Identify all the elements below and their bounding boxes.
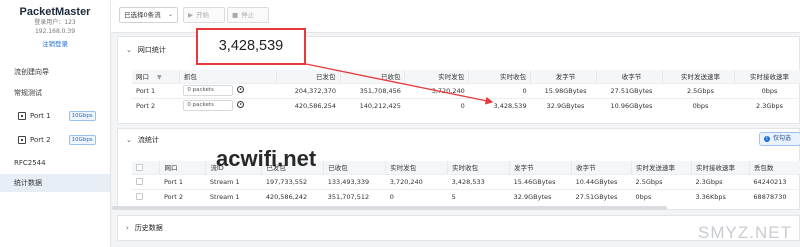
select-all-cell[interactable] — [132, 161, 161, 174]
rt-sent-cell: 0 — [385, 188, 448, 204]
site-watermark: acwifi.net — [216, 146, 317, 171]
column-header[interactable]: 实时发包 — [385, 161, 449, 174]
recv-cell: 351,707,512 — [323, 188, 386, 204]
port-cell: Port 2 — [159, 188, 206, 204]
sent-cell: 197,733,552 — [261, 173, 324, 189]
table-row: Port 1 Stream 1 197,733,552 133,493,339 … — [132, 173, 800, 189]
row-checkbox[interactable] — [136, 193, 143, 201]
chevron-right-icon: › — [126, 224, 129, 232]
history-header[interactable]: › 历史数据 — [126, 223, 163, 233]
flow-id-cell: Stream 1 — [205, 188, 262, 204]
column-header[interactable]: 实时发送速率 — [631, 161, 692, 174]
rt-tx-rate-cell: 2.5Gbps — [631, 173, 692, 189]
rt-recv-cell: 3,428,533 — [447, 173, 510, 189]
rt-sent-cell: 3,720,240 — [385, 173, 448, 189]
rt-rx-rate-cell: 3.36Kbps — [691, 188, 750, 204]
rt-rx-rate-cell: 2.3Gbps — [691, 173, 750, 189]
column-header[interactable]: 已收包 — [323, 161, 387, 174]
panel-title: 历史数据 — [134, 224, 163, 232]
column-header[interactable]: 实时接收速率 — [691, 161, 750, 174]
lost-cell: 68878730 — [749, 188, 800, 204]
table-row: Port 2 Stream 1 420,586,242 351,707,512 … — [132, 188, 800, 204]
recv-cell: 133,493,339 — [323, 173, 386, 189]
flow-stats-header[interactable]: ⌄ 流统计 — [126, 135, 159, 145]
column-header[interactable]: 发字节 — [509, 161, 573, 174]
info-icon: i — [764, 135, 770, 142]
column-header[interactable]: 实时收包 — [447, 161, 511, 174]
row-select-cell[interactable] — [132, 173, 160, 189]
recv-bytes-cell: 10.44GBytes — [571, 173, 632, 189]
row-select-cell[interactable] — [132, 188, 160, 204]
only-checked-button[interactable]: i 仅勾选 — [759, 132, 800, 146]
sent-bytes-cell: 32.9GBytes — [509, 188, 572, 204]
column-header[interactable]: 网口 — [159, 161, 207, 174]
rt-tx-rate-cell: 0bps — [631, 188, 692, 204]
recv-bytes-cell: 27.51GBytes — [571, 188, 632, 204]
sent-cell: 420,586,242 — [261, 188, 324, 204]
select-all-checkbox[interactable] — [136, 163, 143, 171]
sent-bytes-cell: 15.46GBytes — [509, 173, 572, 189]
port-cell: Port 1 — [159, 173, 206, 189]
row-checkbox[interactable] — [136, 178, 143, 185]
flow-id-cell: Stream 1 — [205, 173, 262, 189]
lost-cell: 64240213 — [749, 173, 800, 189]
column-header[interactable]: 收字节 — [571, 161, 633, 174]
panel-title: 流统计 — [137, 136, 159, 144]
column-header[interactable]: 丢包数 — [749, 161, 800, 174]
chevron-down-icon: ⌄ — [126, 136, 132, 144]
only-checked-label: 仅勾选 — [773, 135, 792, 142]
corner-watermark: SMYZ.NET — [698, 223, 792, 242]
rt-recv-cell: 5 — [447, 188, 510, 204]
horizontal-scrollbar[interactable] — [112, 206, 667, 210]
